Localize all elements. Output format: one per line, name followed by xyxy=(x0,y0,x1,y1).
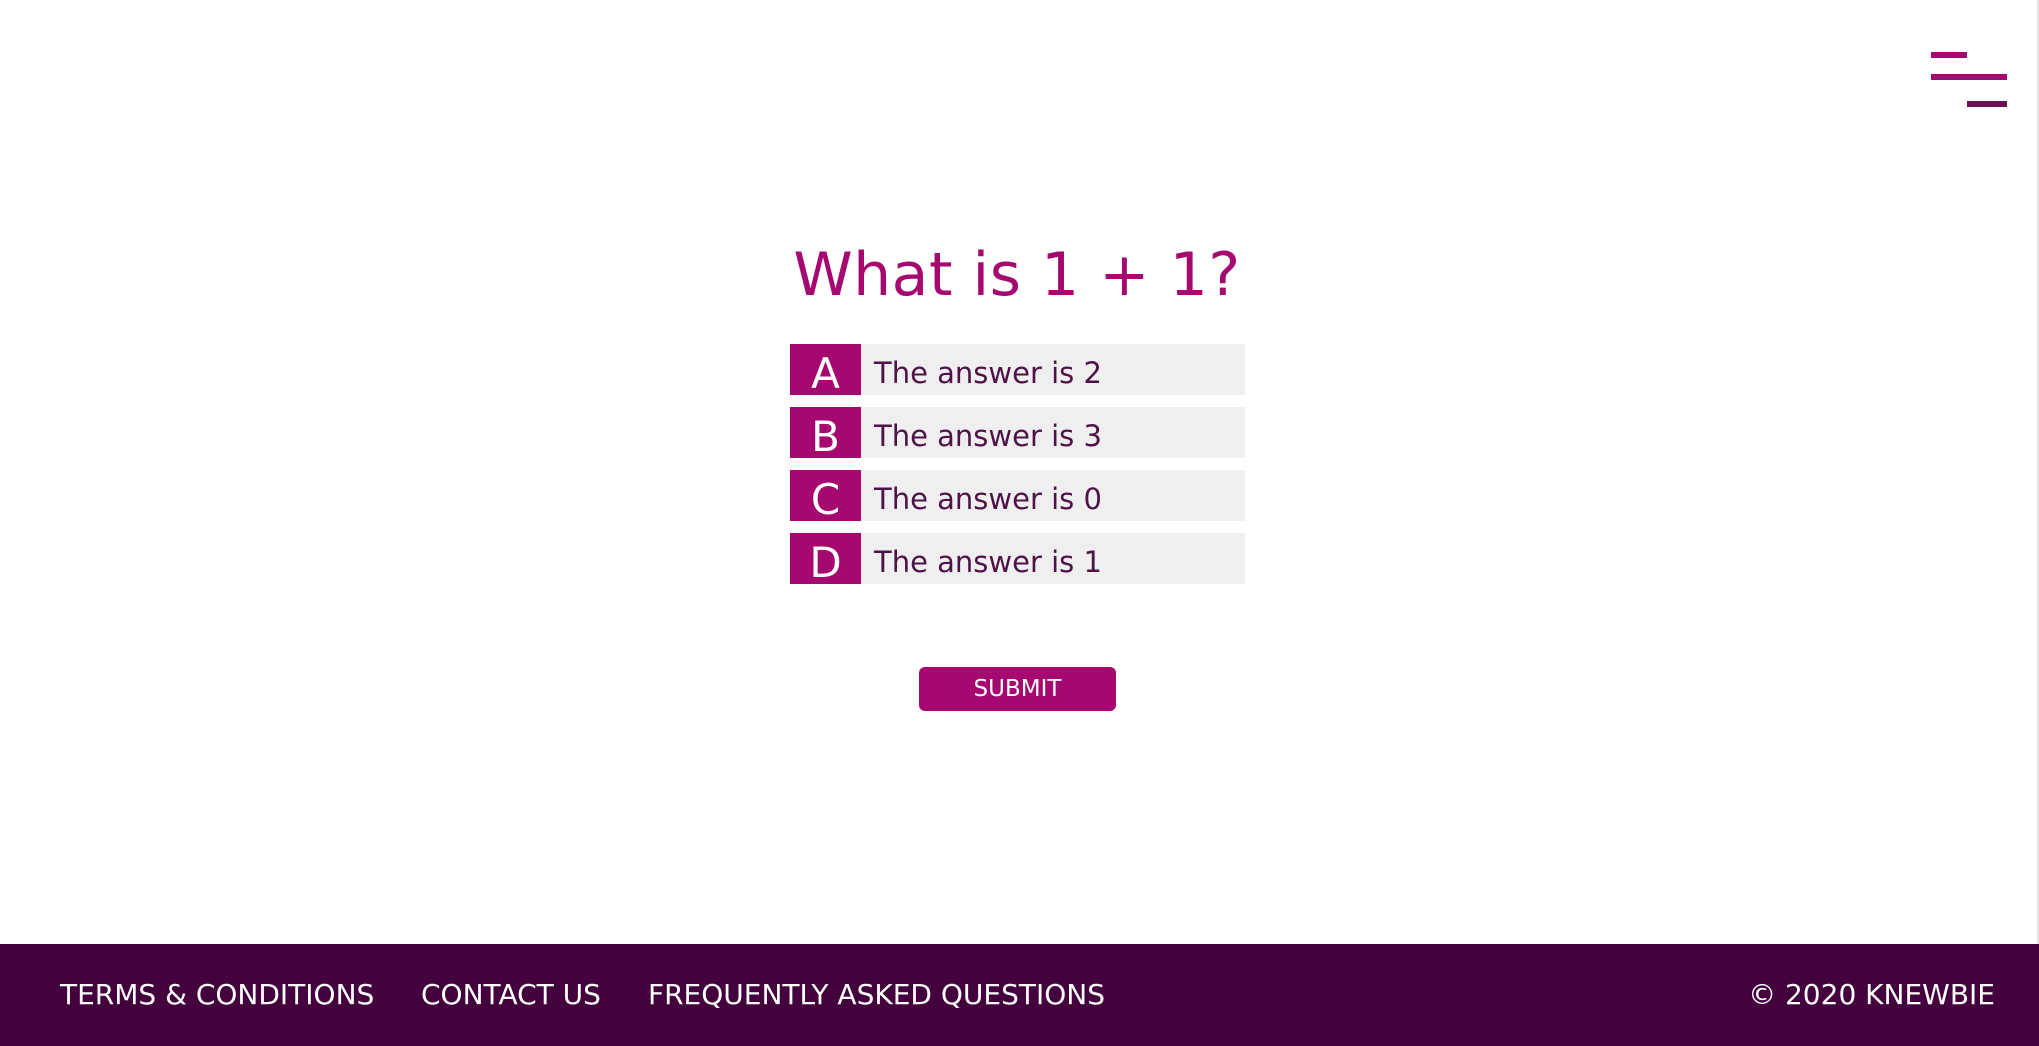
menu-icon[interactable] xyxy=(1926,50,2012,114)
footer: TERMS & CONDITIONS CONTACT US FREQUENTLY… xyxy=(0,944,2039,1046)
question-title: What is 1 + 1? xyxy=(793,240,1241,310)
option-letter: A xyxy=(790,344,861,398)
answer-options: A The answer is 2 B The answer is 3 C Th… xyxy=(790,344,1245,596)
footer-link-faq[interactable]: FREQUENTLY ASKED QUESTIONS xyxy=(648,944,1105,1046)
menu-icon-bar-middle xyxy=(1931,74,2007,80)
footer-link-contact[interactable]: CONTACT US xyxy=(421,944,601,1046)
submit-button[interactable]: SUBMIT xyxy=(919,667,1116,711)
menu-icon-bar-top xyxy=(1931,52,1967,58)
option-letter: C xyxy=(790,470,861,524)
option-text: The answer is 3 xyxy=(861,407,1245,458)
option-d[interactable]: D The answer is 1 xyxy=(790,533,1245,587)
option-c[interactable]: C The answer is 0 xyxy=(790,470,1245,524)
footer-copyright: © 2020 KNEWBIE xyxy=(1748,978,1995,1011)
option-a[interactable]: A The answer is 2 xyxy=(790,344,1245,398)
option-text: The answer is 2 xyxy=(861,344,1245,395)
menu-icon-bar-bottom xyxy=(1967,101,2007,107)
option-b[interactable]: B The answer is 3 xyxy=(790,407,1245,461)
option-text: The answer is 1 xyxy=(861,533,1245,584)
footer-link-terms[interactable]: TERMS & CONDITIONS xyxy=(60,944,374,1046)
option-text: The answer is 0 xyxy=(861,470,1245,521)
quiz-page: What is 1 + 1? A The answer is 2 B The a… xyxy=(0,0,2039,1046)
option-letter: B xyxy=(790,407,861,461)
option-letter: D xyxy=(790,533,861,587)
